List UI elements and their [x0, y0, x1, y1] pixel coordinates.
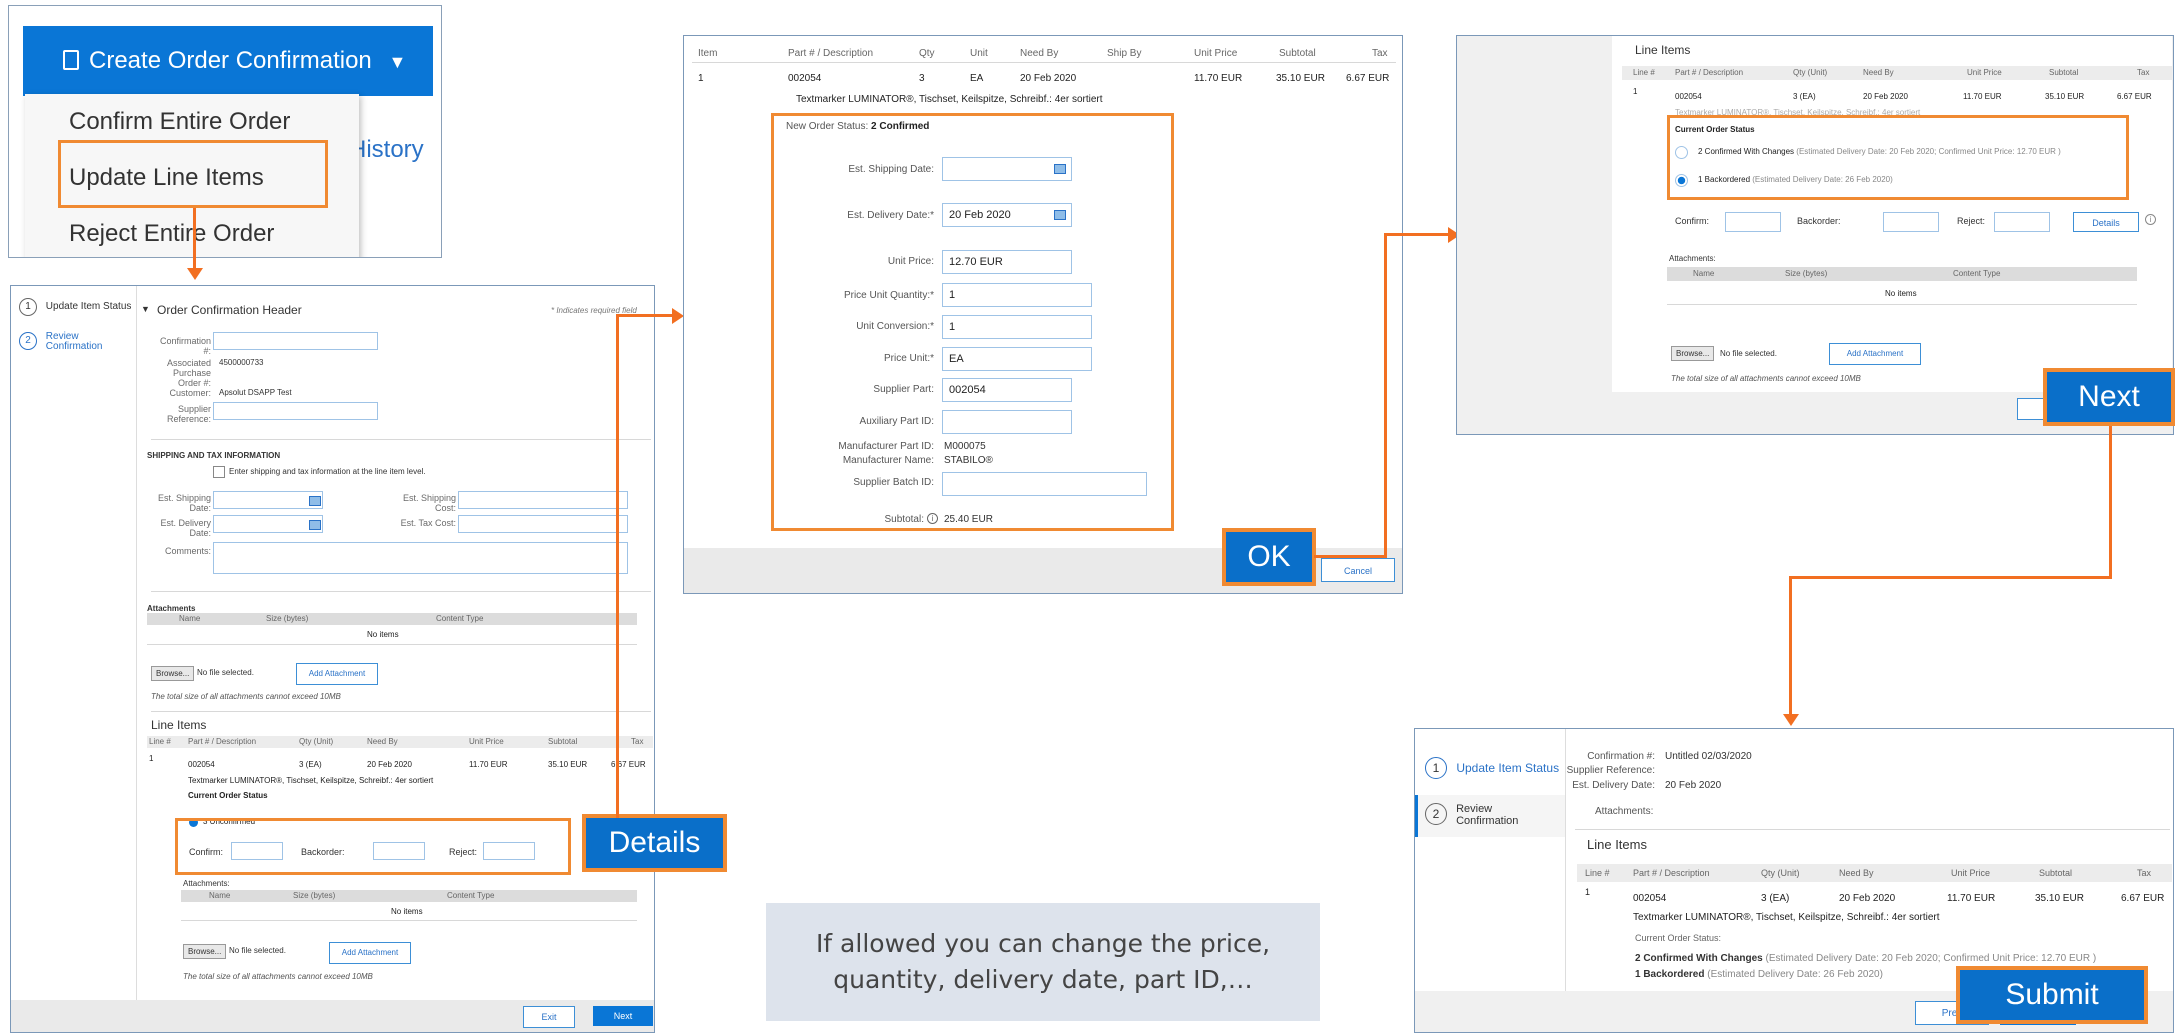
attachments-title: Attachments	[147, 604, 196, 613]
confirmation-input[interactable]	[213, 332, 378, 350]
create-order-confirmation-button[interactable]: Create Order Confirmation ▼	[23, 26, 433, 96]
menu-item-confirm-entire-order[interactable]: Confirm Entire Order	[69, 108, 290, 136]
calendar-icon[interactable]	[309, 520, 321, 530]
shipping-section-title: SHIPPING AND TAX INFORMATION	[147, 451, 281, 460]
next-button[interactable]: Next	[593, 1006, 653, 1026]
browse-button[interactable]: Browse...	[1671, 346, 1715, 361]
comments-textarea[interactable]	[213, 542, 628, 574]
info-icon[interactable]: i	[2145, 214, 2156, 225]
step-2[interactable]: 2 Review Confirmation	[1425, 803, 1526, 827]
step-2-number: 2	[19, 332, 37, 350]
connector-line	[193, 208, 196, 268]
chevron-down-icon: ▼	[388, 52, 407, 72]
est-shipping-cost-input[interactable]	[458, 491, 628, 509]
cancel-button[interactable]: Cancel	[1321, 558, 1395, 582]
highlight-update-line-items	[58, 140, 328, 208]
highlight-line-item-status	[175, 818, 571, 875]
add-attachment-button[interactable]: Add Attachment	[329, 942, 411, 964]
details-button[interactable]: Details	[2073, 212, 2139, 232]
arrow-down-icon	[1783, 714, 1799, 726]
est-shipping-date-input[interactable]	[213, 491, 323, 509]
attachments-table-header	[147, 613, 637, 625]
backorder-qty-input[interactable]	[1883, 212, 1939, 232]
details-callout: Details	[582, 814, 727, 872]
add-attachment-button[interactable]: Add Attachment	[296, 663, 378, 685]
menu-item-reject-entire-order[interactable]: Reject Entire Order	[69, 220, 274, 248]
browse-button[interactable]: Browse...	[151, 666, 195, 681]
ok-callout: OK	[1222, 528, 1316, 586]
supplier-reference-input[interactable]	[213, 402, 378, 420]
next-callout: Next	[2043, 368, 2175, 426]
collapse-icon[interactable]: ▼	[141, 304, 150, 314]
est-delivery-date-input[interactable]	[213, 515, 323, 533]
step-1-number: 1	[19, 298, 37, 316]
line-items-title: Line Items	[151, 718, 207, 732]
header-title: Order Confirmation Header	[157, 303, 302, 317]
document-edit-icon	[63, 50, 79, 70]
est-tax-cost-input[interactable]	[458, 515, 628, 533]
browse-button[interactable]: Browse...	[183, 944, 227, 959]
line-level-checkbox[interactable]	[213, 466, 225, 478]
confirm-qty-input[interactable]	[1725, 212, 1781, 232]
add-attachment-button[interactable]: Add Attachment	[1829, 343, 1921, 365]
highlight-edit-fields	[771, 113, 1174, 531]
step-1[interactable]: 1 Update Item Status	[1425, 757, 1559, 779]
exit-button[interactable]: Exit	[523, 1006, 575, 1028]
step-1[interactable]: 1 Update Item Status	[19, 298, 131, 316]
calendar-icon[interactable]	[309, 496, 321, 506]
highlight-current-order-status	[1667, 115, 2129, 200]
arrow-down-icon	[187, 268, 203, 280]
sidebar-divider	[136, 286, 137, 1006]
info-note: If allowed you can change the price, qua…	[766, 903, 1320, 1021]
submit-callout: Submit	[1956, 966, 2148, 1024]
history-tab[interactable]: History	[349, 136, 424, 164]
reject-qty-input[interactable]	[1994, 212, 2050, 232]
action-menu-panel: Create Order Confirmation ▼ History Conf…	[8, 5, 442, 258]
step-2[interactable]: 2 Review Confirmation	[19, 332, 114, 352]
order-confirmation-form-panel: 1 Update Item Status 2 Review Confirmati…	[10, 285, 655, 1033]
